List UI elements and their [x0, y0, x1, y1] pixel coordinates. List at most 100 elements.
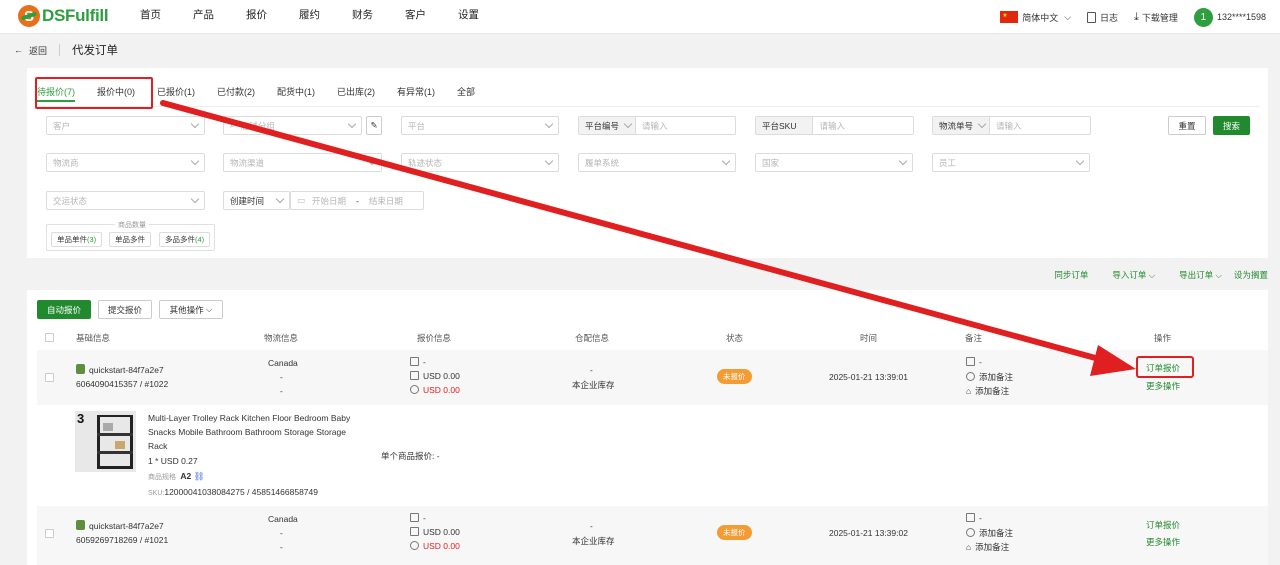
warehouse-line-1: - — [590, 365, 593, 375]
tab-shipped[interactable]: 已出库(2) — [337, 78, 375, 102]
time-type-select[interactable]: 创建时间 — [223, 191, 290, 210]
product-title-line-3: Rack — [148, 441, 168, 451]
quote-total: USD 0.00 — [410, 385, 460, 395]
date-range-picker[interactable]: ▭ 开始日期 - 结束日期 — [290, 191, 424, 210]
country-select[interactable]: 国家 — [755, 153, 913, 172]
nav-fulfillment[interactable]: 履约 — [299, 0, 320, 34]
status-badge: 未报价 — [717, 369, 752, 384]
log-link[interactable]: 日志 — [1087, 11, 1118, 24]
breadcrumb-divider — [59, 44, 61, 56]
select-all-checkbox[interactable] — [45, 333, 54, 342]
quote-shipping: USD 0.00 — [410, 371, 460, 381]
other-ops-button[interactable]: 其他操作 ⌵ — [159, 300, 223, 319]
export-orders-link[interactable]: 导出订单 ⌵ — [1167, 269, 1222, 281]
channel-select[interactable]: 物流渠道 — [223, 153, 382, 172]
link-icon[interactable]: ⛓ — [194, 471, 205, 481]
more-ops-link[interactable]: 更多操作 — [1146, 380, 1180, 392]
tab-exception[interactable]: 有异常(1) — [397, 78, 435, 102]
quote-product: - — [410, 513, 426, 523]
tracking-no-input[interactable]: 物流单号 请输入 — [932, 116, 1091, 135]
add-note-link-2[interactable]: ⌂ 添加备注 — [966, 541, 1009, 553]
quote-shipping: USD 0.00 — [410, 527, 460, 537]
tab-paid[interactable]: 已付款(2) — [217, 78, 255, 102]
col-logistics: 物流信息 — [264, 333, 299, 343]
more-ops-link[interactable]: 更多操作 — [1146, 536, 1180, 548]
submit-quote-button[interactable]: 提交报价 — [98, 300, 152, 319]
order-ids: 6064090415357 / #1022 — [76, 379, 169, 389]
quantity-filter-group: 商品数量 单品单件 (3) 单品多件 多品多件 (4) — [46, 220, 215, 251]
tracking-no-type[interactable]: 物流单号 — [933, 117, 991, 134]
search-icon: ⌕ — [230, 120, 235, 130]
col-basic-info: 基础信息 — [76, 333, 111, 343]
col-actions: 操作 — [1154, 333, 1172, 343]
platform-select[interactable]: 平台 — [401, 116, 559, 135]
start-date: 开始日期 — [312, 195, 347, 206]
qty-multi-multi-button[interactable]: 多品多件 (4) — [159, 232, 211, 247]
thumb-number: 3 — [77, 411, 85, 426]
quantity-filter-label: 商品数量 — [115, 220, 149, 230]
nav-products[interactable]: 产品 — [193, 0, 214, 34]
add-note-link-2[interactable]: ⌂ 添加备注 — [966, 385, 1009, 397]
nav-finance[interactable]: 财务 — [352, 0, 373, 34]
user-menu[interactable]: 1 132****1598 — [1193, 7, 1266, 27]
reset-button[interactable]: 重置 — [1168, 116, 1206, 135]
col-notes: 备注 — [965, 333, 983, 343]
quote-total: USD 0.00 — [410, 541, 460, 551]
order-quote-link[interactable]: 订单报价 — [1146, 519, 1180, 531]
auto-quote-button[interactable]: 自动报价 — [37, 300, 91, 319]
order-time: 2025-01-21 13:39:01 — [829, 372, 908, 382]
edit-group-button[interactable]: ✎ — [366, 116, 382, 135]
home-icon: ⌂ — [966, 386, 972, 396]
add-note-link[interactable]: 添加备注 — [966, 527, 1013, 539]
nav-home[interactable]: 首页 — [140, 0, 161, 34]
add-note-link[interactable]: 添加备注 — [966, 371, 1013, 383]
nav-settings[interactable]: 设置 — [458, 0, 479, 34]
row-checkbox[interactable] — [45, 373, 54, 382]
search-button[interactable]: 搜索 — [1213, 116, 1250, 135]
download-manager-link[interactable]: ⤓ 下载管理 — [1134, 11, 1178, 24]
platform-no-type[interactable]: 平台编号 — [579, 117, 637, 134]
qty-single-multi-button[interactable]: 单品多件 — [109, 232, 151, 247]
set-on-hold-link[interactable]: 设为搁置 — [1234, 269, 1268, 281]
order-actions: 同步订单 导入订单 ⌵ 导出订单 ⌵ 设为搁置 — [1042, 269, 1268, 281]
ship-status-select[interactable]: 交运状态 — [46, 191, 205, 210]
tab-quoted[interactable]: 已报价(1) — [157, 78, 195, 102]
ship-line-2: - — [280, 542, 283, 552]
nav-customers[interactable]: 客户 — [405, 0, 426, 34]
table-row — [37, 350, 1268, 405]
coin-icon — [410, 541, 419, 550]
customer-service-icon — [966, 372, 975, 381]
order-quote-highlight-box — [1136, 356, 1194, 378]
product-thumbnail[interactable]: 3 — [75, 411, 136, 472]
home-icon: ⌂ — [966, 542, 972, 552]
top-navbar: S DSFulfill 首页 产品 报价 履约 财务 客户 设置 简体中文 ⌵ … — [0, 0, 1280, 34]
platform-sku-input[interactable]: 平台SKU 请输入 — [755, 116, 914, 135]
nav-quotes[interactable]: 报价 — [246, 0, 267, 34]
warehouse-line-2: 本企业库存 — [572, 380, 615, 390]
back-button[interactable]: ← 返回 — [14, 44, 47, 57]
tabs-divider — [37, 106, 1259, 107]
logo-mark-icon: S — [18, 5, 40, 27]
bill-system-select[interactable]: 履单系统 — [578, 153, 736, 172]
warehouse-line-2: 本企业库存 — [572, 536, 615, 546]
row-checkbox[interactable] — [45, 529, 54, 538]
tab-all[interactable]: 全部 — [457, 78, 475, 102]
language-switch[interactable]: 简体中文 ⌵ — [1000, 11, 1071, 24]
import-orders-link[interactable]: 导入订单 ⌵ — [1100, 269, 1155, 281]
store-group-select[interactable]: ⌕ 店铺分组 — [223, 116, 362, 135]
track-status-select[interactable]: 轨迹状态 — [401, 153, 559, 172]
carrier-select[interactable]: 物流商 — [46, 153, 205, 172]
product-title-line-2: Snacks Mobile Bathroom Bathroom Storage … — [148, 427, 346, 437]
qty-single-single-button[interactable]: 单品单件 (3) — [51, 232, 103, 247]
date-separator: - — [356, 195, 359, 206]
platform-no-input[interactable]: 平台编号 请输入 — [578, 116, 736, 135]
customer-select[interactable]: 客户 — [46, 116, 205, 135]
logo[interactable]: S DSFulfill — [18, 5, 109, 27]
tabs-highlight-box — [35, 77, 153, 109]
sync-orders-link[interactable]: 同步订单 — [1054, 269, 1088, 281]
tab-picking[interactable]: 配货中(1) — [277, 78, 315, 102]
staff-select[interactable]: 员工 — [932, 153, 1090, 172]
product-sku: SKU:12000041038084275 / 45851466858749 — [148, 487, 318, 497]
ship-line-1: - — [280, 528, 283, 538]
arrow-left-icon: ← — [14, 45, 23, 55]
